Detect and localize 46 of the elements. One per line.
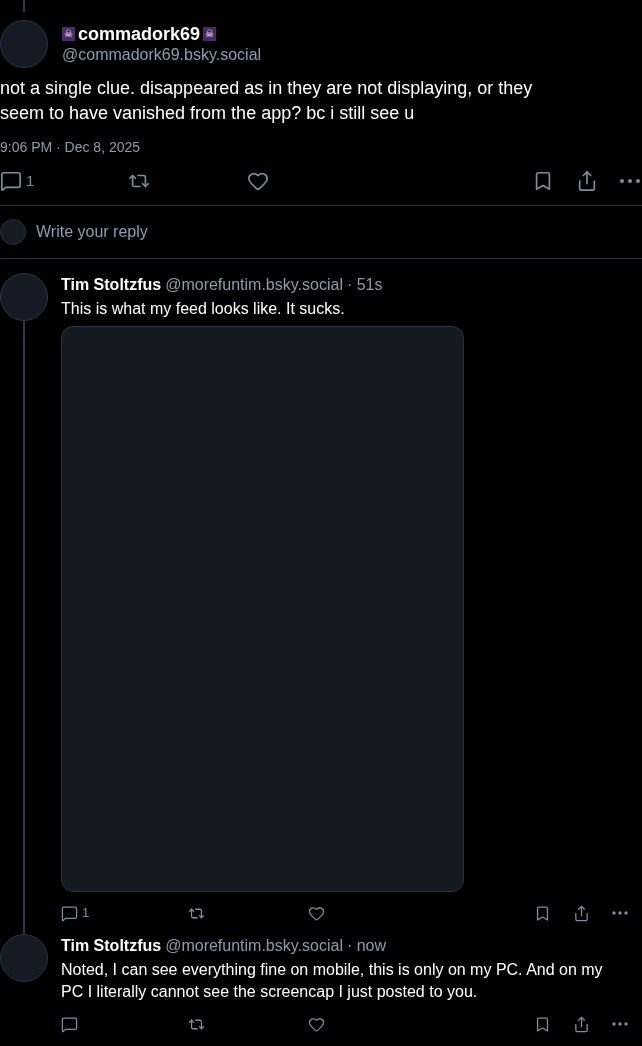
display-name[interactable]: commadork69 (78, 23, 201, 45)
like-icon (247, 170, 269, 192)
post-text: This is what my feed looks like. It sucks. (61, 299, 346, 319)
share-button[interactable] (573, 1015, 590, 1033)
more-icon (620, 179, 640, 183)
more-button[interactable] (612, 1022, 628, 1026)
reply-count: 1 (26, 170, 35, 191)
display-name[interactable]: Tim Stoltzfus (61, 936, 162, 956)
reply-field[interactable]: Write your reply (36, 220, 642, 244)
reply-button[interactable] (61, 1015, 78, 1033)
reply-icon (61, 1015, 78, 1033)
more-icon (612, 1022, 628, 1026)
user-handle[interactable]: @commadork69.bsky.social (62, 45, 262, 65)
post-time: · now (346, 936, 387, 956)
avatar (0, 219, 26, 245)
like-icon (308, 1015, 325, 1033)
bookmark-button[interactable] (534, 904, 551, 922)
share-icon (573, 1015, 590, 1033)
bookmark-icon (534, 1015, 551, 1033)
bookmark-icon (534, 904, 551, 922)
like-button[interactable] (308, 1015, 325, 1033)
emoji-badge: ☠ (203, 27, 217, 41)
more-button[interactable] (620, 179, 640, 183)
share-icon (573, 904, 590, 922)
post-text: Noted, I can see everything fine on mobile, this is only on my PC. And on my PC I literally cannot see the screencap I just posted to you. (61, 960, 604, 1002)
more-icon (612, 911, 628, 915)
reply-icon (61, 904, 78, 922)
emoji-badge: ☠ (62, 27, 75, 41)
more-button[interactable] (612, 911, 628, 915)
like-button[interactable] (247, 170, 269, 192)
user-handle[interactable]: @morefuntim.bsky.social (165, 936, 343, 956)
share-button[interactable] (573, 904, 590, 922)
display-name[interactable]: Tim Stoltzfus (61, 275, 162, 295)
post-time: · 51s (346, 275, 383, 295)
reply-button[interactable] (0, 170, 22, 192)
share-button[interactable] (576, 170, 598, 192)
reply-icon (0, 170, 22, 192)
bookmark-button[interactable] (534, 1015, 551, 1033)
reply-count: 1 (82, 904, 90, 923)
user-handle[interactable]: @morefuntim.bsky.social (165, 275, 343, 295)
share-icon (576, 170, 598, 192)
like-button[interactable] (308, 904, 325, 922)
post-timestamp: 9:06 PM · Dec 8, 2025 (0, 138, 142, 156)
like-icon (308, 904, 325, 922)
post-text: not a single clue. disappeared as in they are not displaying, or they seem to have vanished from the app? bc i still see u (0, 77, 534, 125)
reply-button[interactable] (61, 904, 78, 922)
